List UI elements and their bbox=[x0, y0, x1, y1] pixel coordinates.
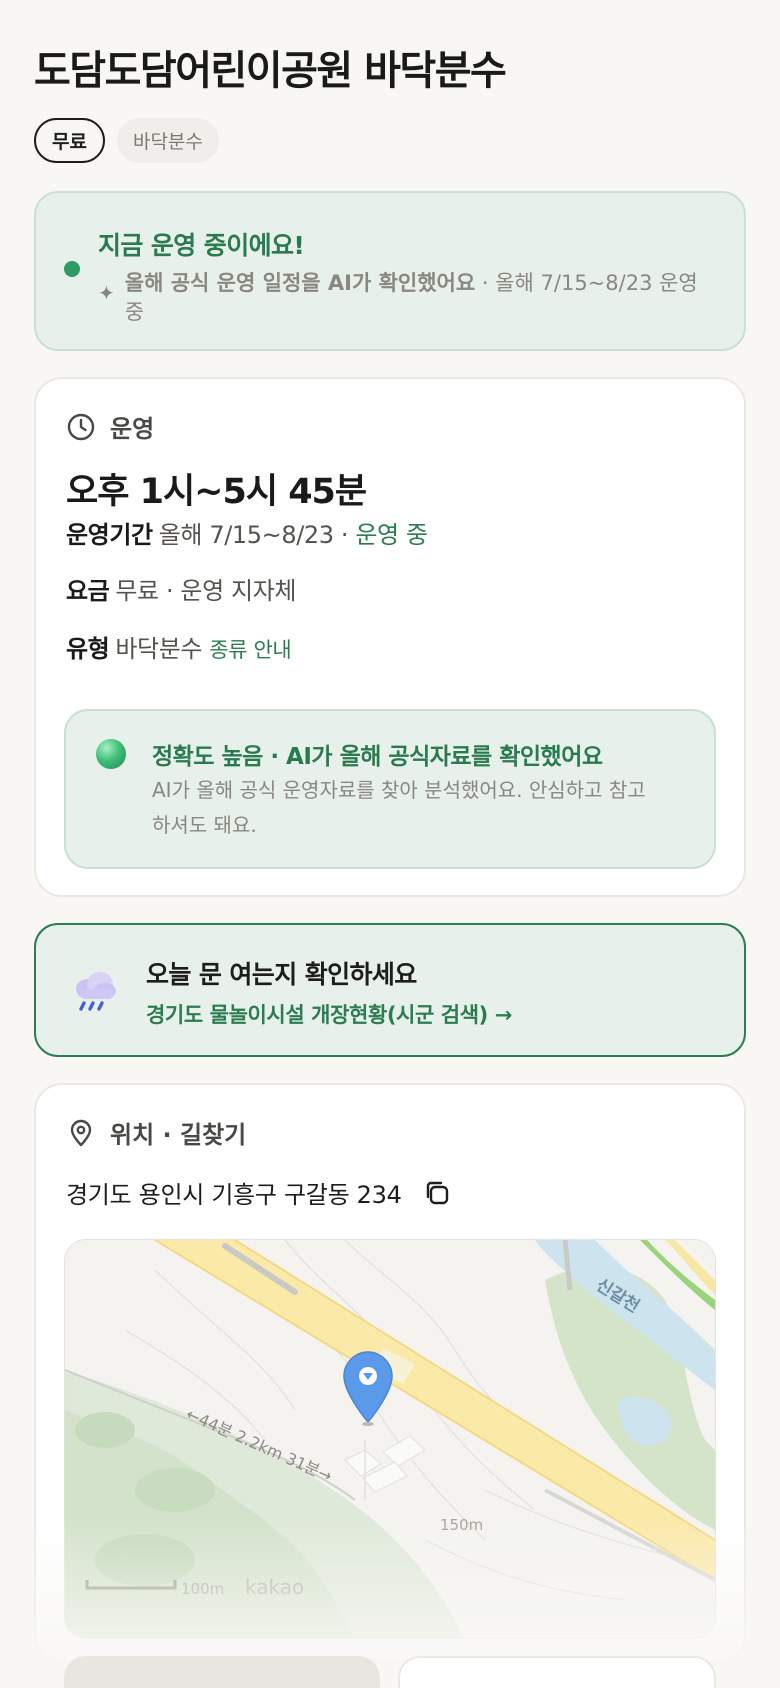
sparkle-icon: ✦ bbox=[98, 281, 115, 305]
fee-row: 요금 무료 · 운영 지자체 bbox=[66, 571, 296, 606]
period-status: 운영 중 bbox=[355, 521, 428, 549]
period-label: 운영기간 bbox=[66, 521, 153, 549]
operating-hours: 오후 1시~5시 45분 bbox=[66, 472, 367, 512]
address-text: 경기도 용인시 기흥구 구갈동 234 bbox=[66, 1181, 402, 1209]
bottom-card-right[interactable] bbox=[398, 1656, 716, 1688]
fee-label: 요금 bbox=[66, 577, 110, 605]
type-tag[interactable]: 바닥분수 bbox=[116, 118, 219, 163]
operation-card: 운영 오후 1시~5시 45분 운영기간 올해 7/15~8/23 · 운영 중 … bbox=[34, 377, 746, 897]
map-canvas: ←44분 2.2km 31분→ 신갈천 150m 100m kakao bbox=[65, 1240, 715, 1638]
clock-icon bbox=[67, 413, 95, 440]
location-card: 위치 · 길찾기 경기도 용인시 기흥구 구갈동 234 ←44분 2.2km … bbox=[34, 1083, 746, 1663]
status-dot-icon bbox=[64, 261, 80, 277]
location-section-label: 위치 · 길찾기 bbox=[110, 1121, 247, 1149]
status-ai-text: 올해 공식 운영 일정을 AI가 확인했어요 bbox=[124, 271, 476, 295]
bottom-cards-peek bbox=[64, 1656, 716, 1688]
open-status-link[interactable]: 경기도 물놀이시설 개장현황(시군 검색) → bbox=[146, 999, 512, 1029]
status-title: 지금 운영 중이에요! bbox=[98, 231, 305, 260]
map-pin-icon bbox=[70, 1119, 92, 1146]
check-open-card[interactable]: 오늘 문 여는지 확인하세요 경기도 물놀이시설 개장현황(시군 검색) → bbox=[34, 923, 746, 1057]
operation-section-header: 운영 bbox=[66, 409, 154, 444]
accuracy-description: AI가 올해 공식 운영자료를 찾아 분석했어요. 안심하고 참고하셔도 돼요. bbox=[152, 778, 646, 837]
address-row: 경기도 용인시 기흥구 구갈동 234 bbox=[66, 1175, 452, 1210]
type-label: 유형 bbox=[66, 635, 110, 663]
operating-status-card: 지금 운영 중이에요! ✦ 올해 공식 운영 일정을 AI가 확인했어요 · 올… bbox=[34, 191, 746, 351]
map-provider-logo: kakao bbox=[245, 1575, 304, 1599]
accuracy-orb-icon bbox=[96, 739, 126, 769]
accuracy-box: 정확도 높음 · AI가 올해 공식자료를 확인했어요 AI가 올해 공식 운영… bbox=[64, 709, 716, 869]
copy-icon[interactable] bbox=[422, 1178, 452, 1208]
type-row: 유형 바닥분수 종류 안내 bbox=[66, 629, 292, 664]
location-section-header: 위치 · 길찾기 bbox=[66, 1115, 246, 1150]
operation-section-label: 운영 bbox=[110, 415, 155, 443]
type-value: 바닥분수 bbox=[115, 635, 210, 663]
scale-label: 100m bbox=[181, 1580, 224, 1598]
map-view[interactable]: ←44분 2.2km 31분→ 신갈천 150m 100m kakao bbox=[64, 1239, 716, 1639]
period-value: 올해 7/15~8/23 · bbox=[158, 521, 356, 549]
status-subtext: ✦ 올해 공식 운영 일정을 AI가 확인했어요 · 올해 7/15~8/23 … bbox=[98, 269, 704, 327]
page-title: 도담도담어린이공원 바닥분수 bbox=[34, 48, 507, 94]
period-row: 운영기간 올해 7/15~8/23 · 운영 중 bbox=[66, 515, 428, 550]
type-guide-link[interactable]: 종류 안내 bbox=[209, 638, 291, 662]
contour-label: 150m bbox=[440, 1516, 483, 1534]
check-title: 오늘 문 여는지 확인하세요 bbox=[146, 960, 417, 989]
fee-tag[interactable]: 무료 bbox=[34, 118, 105, 163]
rain-cloud-icon bbox=[76, 972, 116, 1011]
fee-value: 무료 · 운영 지자체 bbox=[115, 577, 297, 605]
tag-list: 무료 바닥분수 bbox=[34, 118, 746, 163]
accuracy-title: 정확도 높음 · AI가 올해 공식자료를 확인했어요 bbox=[152, 744, 603, 770]
bottom-card-left[interactable] bbox=[64, 1656, 380, 1688]
